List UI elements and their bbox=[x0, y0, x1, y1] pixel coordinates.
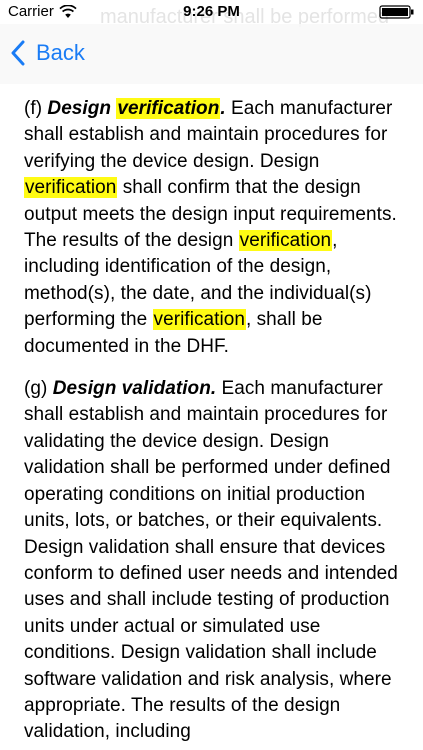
highlight-2: verification bbox=[238, 230, 333, 252]
section-g-heading: Design validation. bbox=[52, 378, 217, 400]
section-f-heading-pre: Design bbox=[47, 98, 117, 119]
section-f-heading: Design verification. bbox=[47, 98, 226, 119]
battery-icon bbox=[379, 5, 414, 19]
highlight-3: verification bbox=[152, 309, 246, 331]
back-label: Back bbox=[36, 40, 85, 65]
status-bar: Carrier 9:26 PM bbox=[0, 0, 423, 24]
screen: manufacturer shall be performed Carrier … bbox=[0, 0, 423, 750]
section-g-prefix: (g) bbox=[24, 378, 53, 400]
document-content: (f) Design verification. Each manufactur… bbox=[24, 96, 408, 750]
back-button[interactable]: Back bbox=[10, 40, 85, 66]
section-f-prefix: (f) bbox=[24, 98, 48, 119]
chevron-left-icon bbox=[11, 40, 25, 66]
section-f: (f) Design verification. Each manufactur… bbox=[24, 96, 408, 360]
section-g: (g) Design validation. Each manufacturer… bbox=[24, 376, 408, 746]
status-time: 9:26 PM bbox=[183, 3, 240, 20]
highlight-1: verification bbox=[24, 177, 118, 199]
navigation-bar: Back bbox=[0, 24, 423, 84]
section-g-body: Each manufacturer shall establish and ma… bbox=[24, 378, 398, 743]
highlight-heading: verification bbox=[116, 98, 221, 119]
